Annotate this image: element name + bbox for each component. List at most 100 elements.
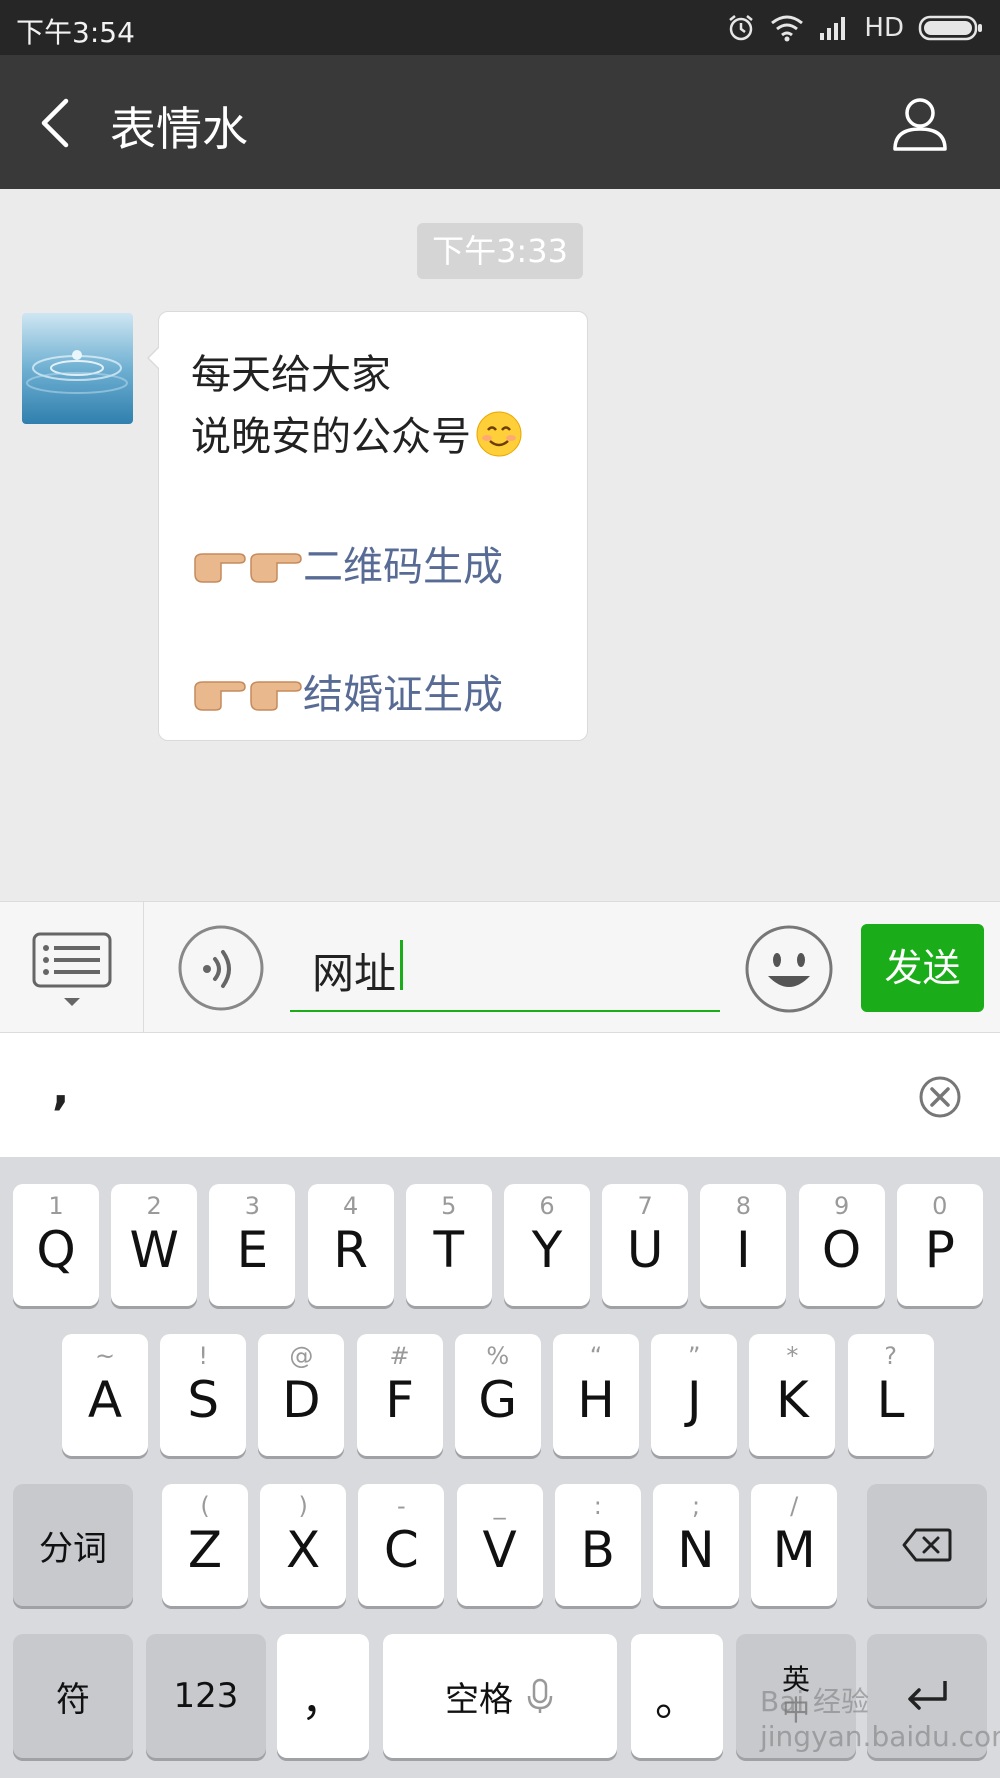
key-secondary-label: 8 (735, 1192, 752, 1220)
key-label: C (383, 1521, 419, 1579)
message-line-text: 说晚安的公众号 (191, 414, 471, 460)
key-label: W (129, 1221, 179, 1279)
battery-icon (918, 15, 982, 41)
fenci-key[interactable]: 分词 (13, 1484, 133, 1606)
key[interactable]: 3E (209, 1184, 296, 1306)
key-label: J (686, 1371, 702, 1429)
message-input[interactable]: 网址 (290, 922, 720, 1012)
key-secondary-label: ! (198, 1342, 208, 1370)
text-caret (400, 940, 403, 990)
menu-keyboard-toggle-icon[interactable] (30, 930, 114, 1010)
key-label: S (187, 1371, 220, 1429)
key-label: L (876, 1371, 905, 1429)
key-label: P (924, 1221, 955, 1279)
key-secondary-label: - (397, 1492, 406, 1520)
key-secondary-label: 2 (146, 1192, 162, 1220)
key[interactable]: ) X (260, 1484, 347, 1606)
avatar[interactable] (22, 313, 133, 424)
key[interactable]: 9O (798, 1184, 885, 1306)
key[interactable]: ? L (847, 1334, 934, 1456)
send-button[interactable]: 发送 (861, 924, 984, 1012)
key[interactable]: 7U (602, 1184, 689, 1306)
profile-icon[interactable] (890, 93, 950, 153)
key[interactable]: ~ A (62, 1334, 148, 1456)
key-secondary-label: @ (289, 1342, 314, 1370)
key[interactable]: :B (554, 1484, 641, 1606)
water-drop-avatar-image (22, 313, 133, 424)
key[interactable]: 0P (896, 1184, 983, 1306)
input-bar: 网址 发送 (0, 901, 1000, 1033)
key-secondary-label: ~ (94, 1342, 116, 1370)
key[interactable]: ” J (651, 1334, 738, 1456)
key-secondary-label: : (593, 1492, 602, 1520)
numbers-key[interactable]: 123 (146, 1634, 266, 1758)
status-icons: HD (726, 8, 984, 48)
network-type: HD (864, 13, 904, 43)
key[interactable]: 2W (111, 1184, 198, 1306)
chat-area[interactable]: 下午3:33 每天给大家 说晚安的公众号 二维码生成 结婚证生成 (0, 189, 1000, 901)
key-secondary-label: 5 (441, 1192, 457, 1220)
key-label: V (482, 1521, 517, 1579)
period-key-label: 。 (655, 1675, 699, 1726)
voice-icon[interactable] (177, 924, 265, 1012)
key-secondary-label: 7 (637, 1192, 653, 1220)
backspace-key[interactable] (867, 1484, 987, 1606)
key-secondary-label: ) (298, 1492, 308, 1520)
candidate-item[interactable]: , (52, 1061, 69, 1115)
key[interactable]: 8I (700, 1184, 787, 1306)
key-label: K (775, 1371, 809, 1429)
key-label: N (677, 1521, 715, 1579)
period-key[interactable]: 。 (631, 1634, 723, 1758)
pointing-hand-icon (194, 681, 246, 711)
key[interactable]: “H (553, 1334, 639, 1456)
key-secondary-label: 4 (342, 1192, 359, 1220)
qr-code-link[interactable]: 二维码生成 (303, 544, 503, 590)
key[interactable]: 6Y (504, 1184, 590, 1306)
key-secondary-label: 9 (833, 1192, 850, 1220)
key-secondary-label: _ (493, 1492, 506, 1520)
symbol-key[interactable]: 符 (13, 1634, 133, 1758)
key[interactable]: ! S (160, 1334, 247, 1456)
key[interactable]: * K (749, 1334, 836, 1456)
key[interactable]: / M (751, 1484, 838, 1606)
key-secondary-label: * (786, 1342, 799, 1370)
emoji-icon[interactable] (744, 924, 834, 1014)
key-secondary-label: ( (200, 1492, 210, 1520)
marriage-cert-link-row[interactable]: 结婚证生成 (191, 662, 503, 720)
clear-icon[interactable] (918, 1075, 962, 1119)
key-label: E (236, 1221, 269, 1279)
key-secondary-label: ? (884, 1342, 897, 1370)
key[interactable]: 5T (405, 1184, 492, 1306)
key[interactable]: 4R (307, 1184, 394, 1306)
key[interactable]: @ D (258, 1334, 345, 1456)
key[interactable]: # F (356, 1334, 443, 1456)
key[interactable]: _ V (456, 1484, 543, 1606)
back-icon[interactable] (36, 95, 76, 151)
comma-key[interactable]: ， (277, 1634, 369, 1758)
key[interactable]: % G (454, 1334, 541, 1456)
key[interactable]: 1Q (13, 1184, 99, 1306)
qr-code-link-row[interactable]: 二维码生成 (191, 534, 503, 592)
key-label: T (433, 1221, 465, 1279)
numbers-key-label: 123 (173, 1676, 239, 1716)
key-label: O (821, 1221, 862, 1279)
key-secondary-label: / (790, 1492, 799, 1520)
key-label: M (772, 1521, 816, 1579)
key[interactable]: ; N (653, 1484, 739, 1606)
status-time: 下午3:54 (16, 16, 135, 49)
key-secondary-label: 3 (244, 1192, 261, 1220)
key-label: F (385, 1371, 414, 1429)
key[interactable]: (Z (162, 1484, 248, 1606)
space-key[interactable]: 空格 (383, 1634, 617, 1758)
space-key-text: 空格 (445, 1679, 513, 1720)
key-label: B (580, 1521, 615, 1579)
marriage-cert-link[interactable]: 结婚证生成 (303, 672, 503, 718)
pointing-hand-icon (250, 553, 302, 583)
key[interactable]: -C (358, 1484, 445, 1606)
message-line-with-emoji: 说晚安的公众号 (191, 404, 523, 462)
key-label: X (286, 1521, 321, 1579)
key-secondary-label: # (389, 1342, 410, 1370)
message-bubble[interactable]: 每天给大家 说晚安的公众号 二维码生成 结婚证生成 (147, 311, 588, 741)
message-line: 每天给大家 (191, 352, 391, 398)
input-divider (143, 902, 144, 1032)
